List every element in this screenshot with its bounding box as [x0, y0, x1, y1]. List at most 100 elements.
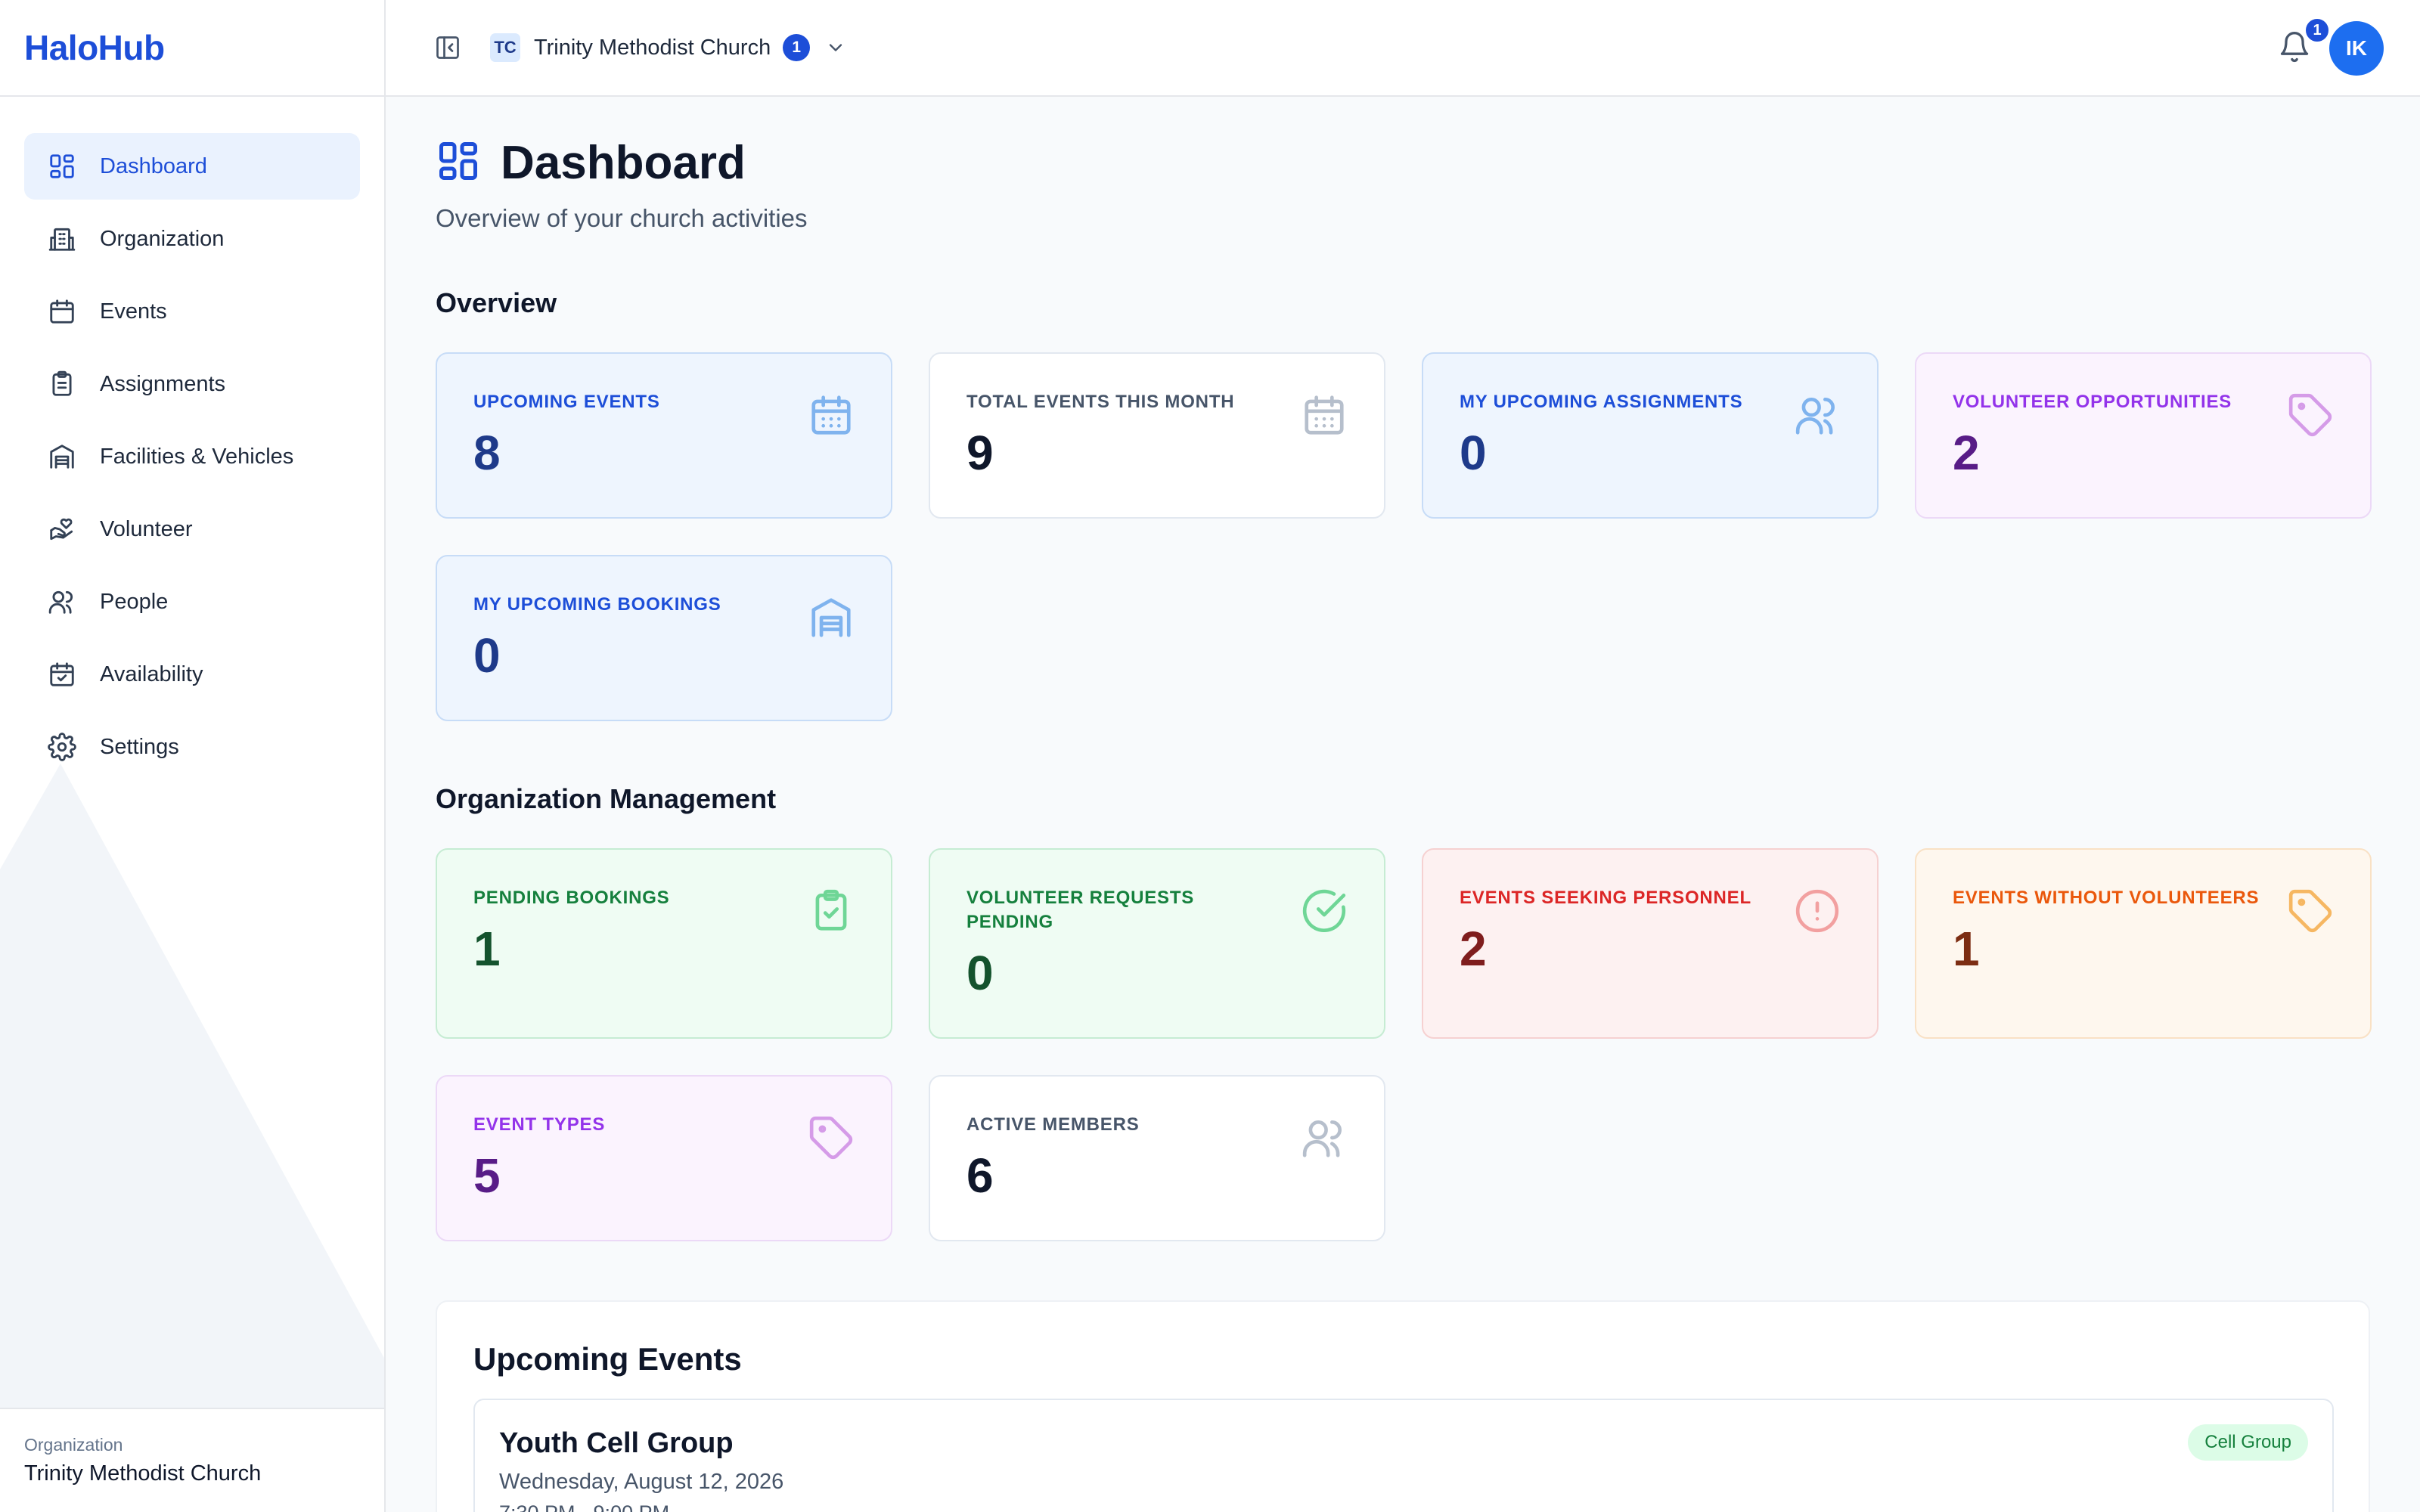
main-content: Dashboard Overview of your church activi… [386, 98, 2420, 1512]
stat-card-value: 2 [1460, 922, 1487, 976]
stat-card-events-without-volunteers[interactable]: Events Without Volunteers 1 [1915, 848, 2372, 1039]
stat-card-label: Events Without Volunteers [1953, 888, 2260, 908]
building-icon [47, 224, 77, 254]
sidebar-nav: Dashboard Organization Events Assignment… [0, 97, 384, 780]
stat-card-event-types[interactable]: Event Types 5 [436, 1075, 892, 1241]
sidebar-item-label: Assignments [100, 371, 226, 396]
upcoming-events-panel: Upcoming Events Youth Cell Group Wednesd… [436, 1300, 2370, 1512]
sidebar: HaloHub Dashboard Organization Events As… [0, 0, 386, 1512]
sidebar-item-volunteer[interactable]: Volunteer [24, 496, 360, 562]
warehouse-icon [808, 594, 855, 641]
stat-card-label: Upcoming Events [473, 392, 660, 412]
stat-card-label: Events Seeking Personnel [1460, 888, 1751, 908]
stat-card-my-assignments[interactable]: My Upcoming Assignments 0 [1422, 352, 1879, 519]
page-title: Dashboard [501, 137, 746, 189]
stat-card-my-bookings[interactable]: My Upcoming Bookings 0 [436, 555, 892, 721]
sidebar-item-label: Dashboard [100, 153, 207, 178]
sidebar-item-label: People [100, 589, 169, 614]
stat-card-value: 0 [1460, 426, 1487, 480]
circle-check-icon [1301, 888, 1348, 934]
stat-card-value: 6 [966, 1148, 994, 1203]
sidebar-item-availability[interactable]: Availability [24, 641, 360, 708]
upcoming-events-title: Upcoming Events [473, 1341, 742, 1377]
calendar-icon [808, 392, 855, 438]
sidebar-item-facilities-vehicles[interactable]: Facilities & Vehicles [24, 423, 360, 490]
stat-card-value: 2 [1953, 426, 1980, 480]
notifications-button[interactable]: 1 [2278, 17, 2331, 67]
sidebar-item-label: Settings [100, 734, 179, 759]
alert-circle-icon [1794, 888, 1841, 934]
stat-card-volunteer-opportunities[interactable]: Volunteer Opportunities 2 [1915, 352, 2372, 519]
stat-card-volunteer-requests[interactable]: Volunteer Requests Pending 0 [929, 848, 1385, 1039]
stat-card-value: 1 [473, 922, 501, 976]
calendar-icon [47, 296, 77, 327]
stat-card-value: 0 [966, 946, 994, 1000]
users-icon [1794, 392, 1841, 438]
sidebar-item-settings[interactable]: Settings [24, 714, 360, 780]
sidebar-item-label: Organization [100, 226, 225, 251]
stat-card-value: 9 [966, 426, 994, 480]
sidebar-item-assignments[interactable]: Assignments [24, 351, 360, 417]
stat-card-value: 8 [473, 426, 501, 480]
sidebar-item-label: Facilities & Vehicles [100, 444, 294, 469]
sidebar-item-label: Events [100, 299, 167, 324]
stat-card-label: My Upcoming Assignments [1460, 392, 1743, 412]
tag-icon [808, 1114, 855, 1161]
gear-icon [47, 732, 77, 762]
brand: HaloHub [0, 0, 384, 97]
clipboard-list-icon [47, 369, 77, 399]
chevron-down-icon [825, 37, 846, 58]
stat-card-total-events-month[interactable]: Total Events This Month 9 [929, 352, 1385, 519]
stat-card-label: Volunteer Requests Pending [966, 888, 1195, 932]
dashboard-icon [47, 151, 77, 181]
users-icon [47, 587, 77, 617]
top-bar: TC Trinity Methodist Church 1 1 IK [386, 0, 2420, 97]
stat-card-value: 5 [473, 1148, 501, 1203]
users-icon [1301, 1114, 1348, 1161]
sidebar-item-dashboard[interactable]: Dashboard [24, 133, 360, 200]
stat-card-label: My Upcoming Bookings [473, 594, 721, 615]
overview-section-title: Overview [436, 287, 557, 318]
org-footer-value: Trinity Methodist Church [24, 1461, 262, 1486]
stat-card-active-members[interactable]: Active Members 6 [929, 1075, 1385, 1241]
calendar-icon [1301, 392, 1348, 438]
org-switcher-name: Trinity Methodist Church [534, 35, 771, 60]
page-subtitle: Overview of your church activities [436, 204, 808, 232]
user-avatar[interactable]: IK [2329, 21, 2384, 76]
stat-card-pending-bookings[interactable]: Pending Bookings 1 [436, 848, 892, 1039]
sidebar-background-decoration [0, 764, 384, 1414]
sidebar-toggle-button[interactable] [433, 33, 463, 63]
stat-card-upcoming-events[interactable]: Upcoming Events 8 [436, 352, 892, 519]
stat-card-events-seeking-personnel[interactable]: Events Seeking Personnel 2 [1422, 848, 1879, 1039]
dashboard-icon [436, 138, 481, 187]
sidebar-item-label: Availability [100, 662, 203, 686]
event-time: 7:30 PM - 9:00 PM [499, 1501, 669, 1512]
event-type-badge: Cell Group [2188, 1424, 2308, 1461]
org-footer-label: Organization [24, 1435, 123, 1455]
stat-card-label: Active Members [966, 1114, 1140, 1135]
calendar-check-icon [47, 659, 77, 689]
page-header: Dashboard [436, 136, 746, 190]
org-count-badge: 1 [783, 34, 811, 61]
event-name: Youth Cell Group [499, 1427, 734, 1459]
event-date: Wednesday, August 12, 2026 [499, 1470, 784, 1494]
sidebar-item-organization[interactable]: Organization [24, 206, 360, 272]
org-avatar: TC [490, 33, 520, 62]
hand-heart-icon [47, 514, 77, 544]
brand-logo-text[interactable]: HaloHub [24, 27, 165, 68]
panel-left-icon [436, 36, 459, 59]
event-list-item[interactable]: Youth Cell Group Wednesday, August 12, 2… [473, 1399, 2334, 1512]
sidebar-org-footer: Organization Trinity Methodist Church [0, 1408, 384, 1512]
stat-card-label: Volunteer Opportunities [1953, 392, 2232, 412]
tag-icon [2287, 392, 2334, 438]
notification-count-badge: 1 [2304, 17, 2331, 44]
clipboard-check-icon [808, 888, 855, 934]
tag-icon [2287, 888, 2334, 934]
sidebar-item-events[interactable]: Events [24, 278, 360, 345]
warehouse-icon [47, 442, 77, 472]
org-switcher[interactable]: TC Trinity Methodist Church 1 [490, 33, 846, 62]
stat-card-label: Total Events This Month [966, 392, 1235, 412]
sidebar-item-people[interactable]: People [24, 569, 360, 635]
sidebar-item-label: Volunteer [100, 516, 193, 541]
stat-card-label: Pending Bookings [473, 888, 670, 908]
